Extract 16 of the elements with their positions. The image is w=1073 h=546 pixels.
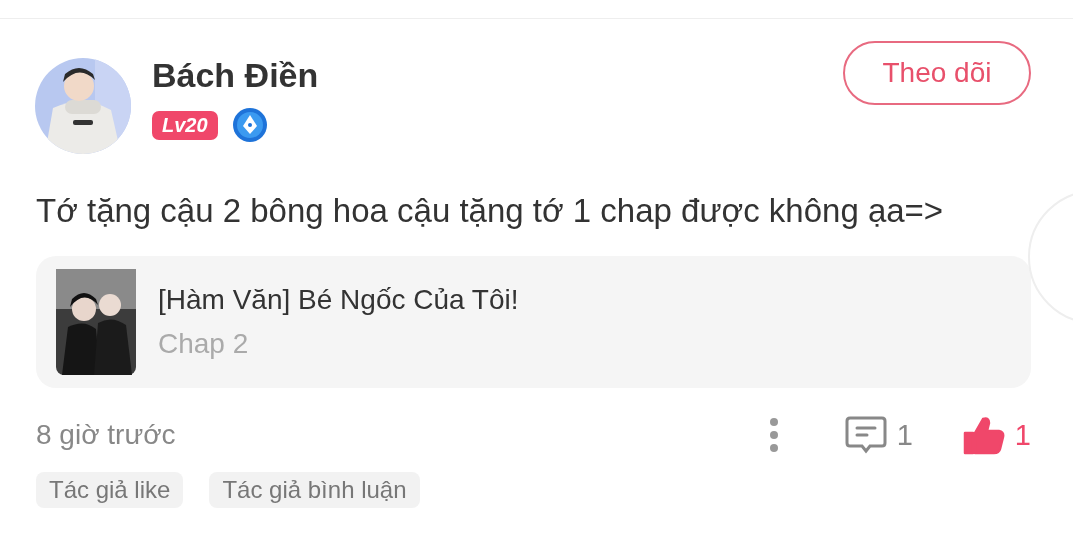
story-title: [Hàm Văn] Bé Ngốc Của Tôi! (158, 284, 519, 316)
tag: Tác giả bình luận (209, 472, 420, 508)
tag: Tác giả like (36, 472, 184, 508)
comment-text: Tớ tặng cậu 2 bông hoa cậu tặng tớ 1 chap được không ạa=> (36, 192, 945, 230)
chapter-label: Chap 2 (158, 328, 250, 360)
level-badge: Lv20 (152, 110, 218, 140)
story-card[interactable]: [Hàm Văn] Bé Ngốc Của Tôi! Chap 2 (36, 256, 1031, 388)
author-name: Bách Điền (152, 56, 319, 95)
follow-button[interactable]: Theo dõi (843, 41, 1031, 105)
thumbs-up-icon[interactable] (962, 415, 1005, 455)
more-icon[interactable] (768, 417, 779, 453)
timestamp: 8 giờ trước (36, 419, 176, 451)
comment-icon[interactable] (844, 414, 887, 456)
like-count: 1 (1014, 418, 1031, 452)
reply-count: 1 (896, 418, 913, 452)
pen-medal-icon (231, 107, 268, 143)
